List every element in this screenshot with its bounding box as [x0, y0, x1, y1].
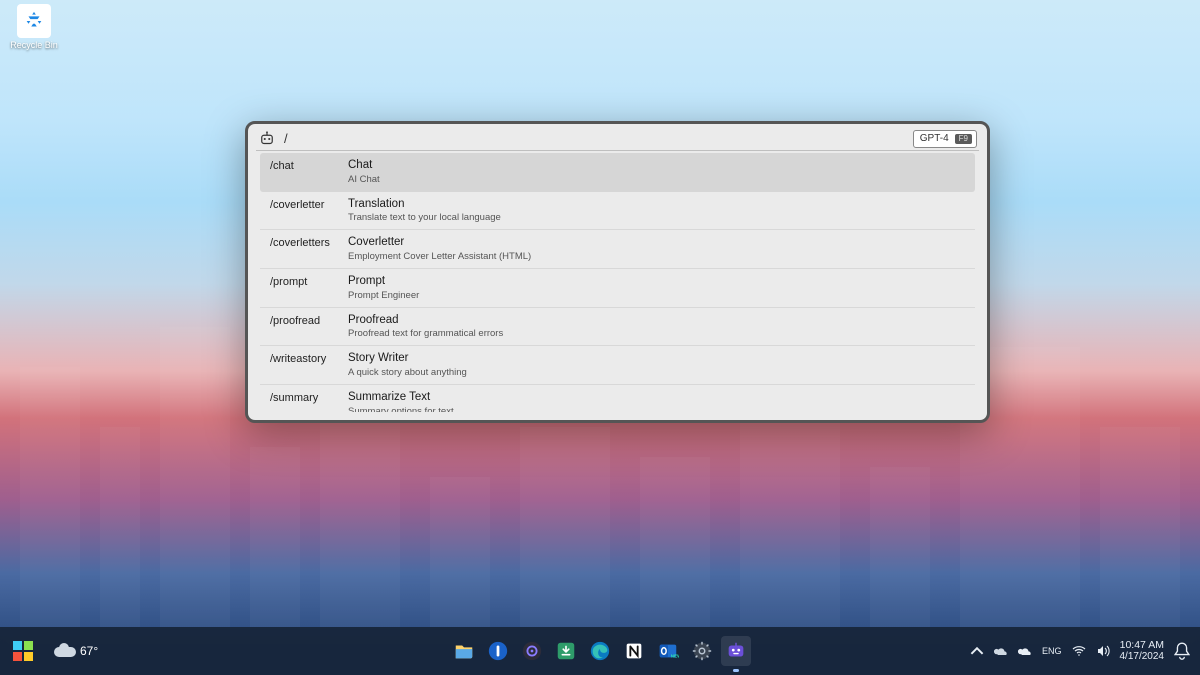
taskbar-app-download[interactable]	[551, 636, 581, 666]
command-desc: AI Chat	[348, 174, 965, 186]
recycle-bin-icon	[17, 4, 51, 38]
command-desc: Employment Cover Letter Assistant (HTML)	[348, 251, 965, 263]
model-shortcut-badge: F9	[955, 134, 972, 144]
clock-date: 4/17/2024	[1120, 651, 1165, 663]
notifications-button[interactable]	[1174, 643, 1190, 659]
tray-onedrive-icon[interactable]	[994, 644, 1008, 658]
taskbar-app-settings[interactable]	[687, 636, 717, 666]
command-item-prompt[interactable]: /prompt Prompt Prompt Engineer	[260, 269, 975, 308]
command-title: Translation	[348, 198, 965, 212]
command-item-writeastory[interactable]: /writeastory Story Writer A quick story …	[260, 346, 975, 385]
command-desc: Summary options for text	[348, 406, 965, 412]
tray-language-icon[interactable]: ENG	[1042, 644, 1062, 658]
weather-cloud-icon	[54, 643, 76, 659]
taskbar-app-outlook[interactable]: NEW	[653, 636, 683, 666]
command-item-summary[interactable]: /summary Summarize Text Summary options …	[260, 385, 975, 412]
command-key: /proofread	[270, 314, 348, 327]
tray-wifi-icon[interactable]	[1072, 644, 1086, 658]
command-title: Proofread	[348, 314, 965, 328]
launcher-header: / GPT-4 F9	[256, 129, 979, 151]
command-desc: Translate text to your local language	[348, 212, 965, 224]
command-key: /chat	[270, 159, 348, 172]
tray-cloud-icon[interactable]	[1018, 644, 1032, 658]
command-key: /coverletters	[270, 236, 348, 249]
windows-logo-icon	[13, 641, 33, 661]
taskbar-app-1password[interactable]	[483, 636, 513, 666]
command-list: /chat Chat AI Chat /coverletter Translat…	[256, 151, 979, 412]
taskbar-center: NEW	[449, 636, 751, 666]
taskbar: 67° NEW	[0, 627, 1200, 675]
desktop[interactable]: Recycle Bin / GPT-4 F9 /chat Chat AI Cha…	[0, 0, 1200, 675]
system-tray: ENG	[970, 644, 1110, 658]
command-title: Summarize Text	[348, 391, 965, 405]
model-name: GPT-4	[920, 133, 949, 144]
robot-icon	[258, 130, 276, 148]
taskbar-clock[interactable]: 10:47 AM 4/17/2024	[1120, 639, 1165, 664]
command-item-proofread[interactable]: /proofread Proofread Proofread text for …	[260, 308, 975, 347]
command-title: Chat	[348, 159, 965, 173]
command-desc: Proofread text for grammatical errors	[348, 328, 965, 340]
taskbar-app-launcher[interactable]	[721, 636, 751, 666]
command-title: Prompt	[348, 275, 965, 289]
taskbar-app-notion[interactable]	[619, 636, 649, 666]
model-selector[interactable]: GPT-4 F9	[913, 130, 977, 148]
command-title: Coverletter	[348, 236, 965, 250]
command-desc: Prompt Engineer	[348, 290, 965, 302]
command-key: /summary	[270, 391, 348, 404]
command-key: /writeastory	[270, 352, 348, 365]
taskbar-app-media[interactable]	[517, 636, 547, 666]
command-desc: A quick story about anything	[348, 367, 965, 379]
recycle-bin-label: Recycle Bin	[10, 40, 58, 50]
clock-time: 10:47 AM	[1120, 639, 1165, 652]
svg-text:NEW: NEW	[671, 653, 679, 658]
tray-chevron-up-icon[interactable]	[970, 644, 984, 658]
launcher-window: / GPT-4 F9 /chat Chat AI Chat /coverlett…	[245, 121, 990, 423]
start-button[interactable]	[6, 634, 40, 668]
weather-temp: 67°	[80, 644, 98, 658]
search-input[interactable]: /	[282, 131, 907, 146]
command-item-coverletters[interactable]: /coverletters Coverletter Employment Cov…	[260, 230, 975, 269]
command-title: Story Writer	[348, 352, 965, 366]
recycle-bin[interactable]: Recycle Bin	[6, 4, 62, 50]
taskbar-app-edge[interactable]	[585, 636, 615, 666]
command-item-coverletter[interactable]: /coverletter Translation Translate text …	[260, 192, 975, 231]
weather-widget[interactable]: 67°	[46, 639, 106, 663]
tray-volume-icon[interactable]	[1096, 644, 1110, 658]
command-key: /prompt	[270, 275, 348, 288]
taskbar-app-file-explorer[interactable]	[449, 636, 479, 666]
command-item-chat[interactable]: /chat Chat AI Chat	[260, 153, 975, 192]
command-key: /coverletter	[270, 198, 348, 211]
